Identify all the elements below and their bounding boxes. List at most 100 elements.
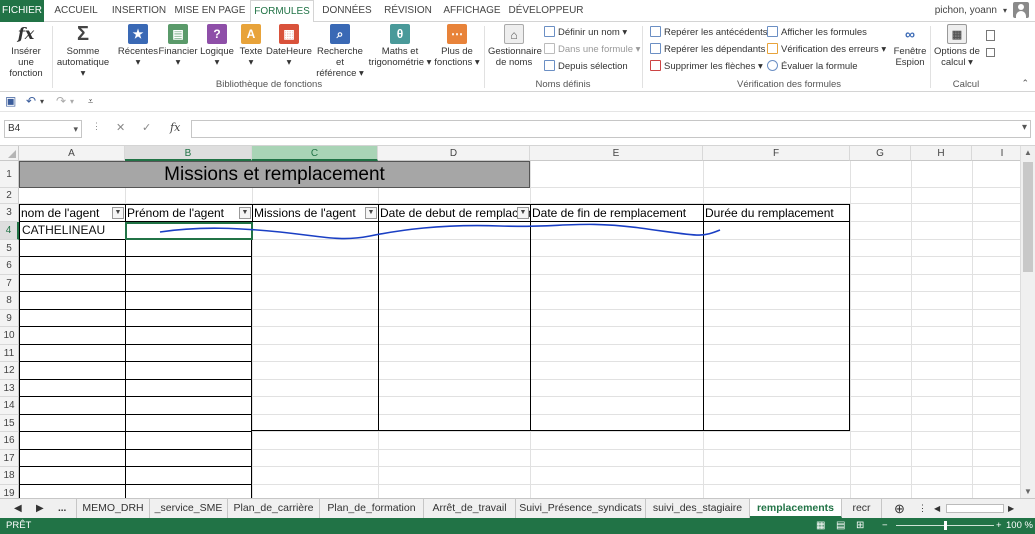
tab-affichage[interactable]: AFFICHAGE — [440, 0, 504, 22]
collapse-ribbon-icon[interactable]: ⌃ — [1021, 78, 1029, 89]
zoom-level[interactable]: 100 % — [1006, 518, 1033, 534]
page-break-view-icon[interactable]: ⊞ — [856, 518, 864, 534]
sheet-tab-arret-travail[interactable]: Arrêt_de_travail — [424, 499, 516, 518]
tab-insertion[interactable]: INSERTION — [108, 0, 170, 22]
show-formulas-button[interactable]: Afficher les formules — [767, 26, 867, 40]
horizontal-scrollbar[interactable] — [946, 504, 1004, 513]
group-label-calc: Calcul — [952, 79, 980, 90]
sheet-tab-recr[interactable]: recr — [842, 499, 882, 518]
tab-donnees[interactable]: DONNÉES — [318, 0, 376, 22]
tab-developpeur[interactable]: DÉVELOPPEUR — [508, 0, 584, 22]
add-sheet-icon[interactable]: ⊕ — [894, 499, 905, 518]
group-label-library: Bibliothèque de fonctions — [215, 79, 323, 90]
datetime-button[interactable]: ▦ DateHeure ▾ — [266, 24, 312, 68]
scroll-down-icon[interactable]: ▼ — [1024, 487, 1032, 496]
trace-precedents-button[interactable]: Repérer les antécédents — [650, 26, 768, 40]
fx-insert-icon[interactable]: fx — [170, 121, 180, 134]
star-icon: ★ — [128, 24, 148, 44]
remove-arrows-button[interactable]: Supprimer les flèches ▾ — [650, 60, 763, 74]
insert-function-button[interactable]: fx Insérer une fonction — [2, 24, 50, 79]
vertical-scrollbar[interactable]: ▲ ▼ — [1020, 146, 1035, 498]
sheet-tab-memo-drh[interactable]: MEMO_DRH — [76, 499, 150, 518]
next-sheet-icon[interactable]: ▶ — [36, 499, 44, 518]
sheet-tab-plan-formation[interactable]: Plan_de_formation — [320, 499, 424, 518]
financial-button[interactable]: ▤ Financier ▾ — [158, 24, 198, 68]
sheet-tab-plan-carriere[interactable]: Plan_de_carrière — [228, 499, 320, 518]
status-bar: PRÊT ▦ ▤ ⊞ − + 100 % — [0, 518, 1035, 534]
zoom-slider-thumb[interactable] — [944, 521, 947, 530]
calculator-icon: ▦ — [947, 24, 967, 44]
hscroll-menu-icon[interactable]: ⋮ — [918, 499, 927, 518]
error-checking-button[interactable]: Vérification des erreurs ▾ — [767, 43, 886, 57]
tab-formules[interactable]: FORMULES — [250, 0, 314, 23]
more-functions-button[interactable]: ⋯ Plus de fonctions ▾ — [432, 24, 482, 68]
calendar-icon: ▦ — [279, 24, 299, 44]
formula-bar-menu-icon: ⋮ — [92, 121, 101, 131]
sheet-tab-suivi-presence[interactable]: Suivi_Présence_syndicats — [516, 499, 646, 518]
logical-button[interactable]: ? Logique ▾ — [198, 24, 236, 68]
tag-icon: ⌂ — [504, 24, 524, 44]
evaluate-formula-button[interactable]: Évaluer la formule — [767, 60, 858, 74]
hscroll-left-icon[interactable]: ◀ — [934, 499, 940, 518]
scroll-thumb[interactable] — [1023, 162, 1033, 272]
formula-input[interactable] — [191, 120, 1031, 138]
calc-now-button[interactable] — [982, 30, 998, 41]
math-trig-button[interactable]: θ Maths et trigonométrie ▾ — [368, 24, 432, 68]
user-caret-icon: ▾ — [1002, 5, 1007, 15]
sheet-tab-bar: ◀ ▶ ... MEMO_DRH _service_SME Plan_de_ca… — [0, 498, 1035, 518]
ribbon-tab-bar: FICHIER ACCUEIL INSERTION MISE EN PAGE F… — [0, 0, 1035, 23]
glasses-icon: ∞ — [905, 26, 915, 42]
undo-dropdown-icon[interactable]: ▾ — [40, 97, 44, 106]
watch-window-button[interactable]: ∞ Fenêtre Espion — [892, 24, 928, 68]
name-manager-button[interactable]: ⌂ Gestionnaire de noms — [488, 24, 542, 68]
question-icon: ? — [207, 24, 227, 44]
calc-sheet-button[interactable] — [982, 48, 998, 57]
fx-icon: fx — [17, 24, 35, 43]
create-from-selection-button[interactable]: Depuis sélection — [544, 60, 628, 74]
customize-qat-icon[interactable]: ⩡ — [88, 96, 93, 107]
normal-view-icon[interactable]: ▦ — [816, 518, 825, 534]
lookup-reference-button[interactable]: ⌕ Recherche et référence ▾ — [312, 24, 368, 79]
cancel-icon[interactable]: ✕ — [116, 121, 125, 134]
prev-sheet-icon[interactable]: ◀ — [14, 499, 22, 518]
user-account[interactable]: pichon, yoann ▾ — [935, 2, 1029, 18]
define-name-button[interactable]: Définir un nom ▾ — [544, 26, 627, 40]
use-in-formula-icon — [544, 43, 555, 54]
recent-functions-button[interactable]: ★ Récentes ▾ — [116, 24, 160, 68]
calc-now-icon — [985, 30, 995, 41]
trace-precedents-icon — [650, 26, 661, 37]
tab-mise-en-page[interactable]: MISE EN PAGE — [174, 0, 246, 22]
tab-accueil[interactable]: ACCUEIL — [48, 0, 104, 22]
save-icon[interactable]: ▣ — [5, 94, 16, 108]
use-in-formula-button[interactable]: Dans une formule ▾ — [544, 43, 640, 57]
undo-icon[interactable]: ↶ — [26, 94, 36, 108]
redo-icon[interactable]: ↷ — [56, 94, 66, 108]
worksheet-grid[interactable]: A B C D E F G H I 1 2 3 4 5 6 7 8 9 10 11 12 13 14 15 1… — [0, 146, 1020, 498]
scroll-up-icon[interactable]: ▲ — [1024, 148, 1032, 157]
ink-annotation — [159, 223, 721, 240]
remove-arrows-icon — [650, 60, 661, 71]
sheet-tab-remplacements[interactable]: remplacements — [750, 499, 842, 518]
ribbon-formules: fx Insérer une fonction Σ Somme automati… — [0, 22, 1035, 92]
redo-dropdown-icon[interactable]: ▾ — [70, 97, 74, 106]
avatar — [1013, 2, 1029, 18]
more-sheets-left[interactable]: ... — [58, 499, 66, 518]
tab-revision[interactable]: RÉVISION — [380, 0, 436, 22]
name-box[interactable]: B4 — [4, 120, 82, 138]
zoom-in-icon[interactable]: + — [996, 518, 1002, 534]
text-functions-button[interactable]: A Texte ▾ — [236, 24, 266, 68]
hscroll-right-icon[interactable]: ▶ — [1008, 499, 1014, 518]
calc-options-button[interactable]: ▦ Options de calcul ▾ — [932, 24, 982, 68]
page-layout-view-icon[interactable]: ▤ — [836, 518, 845, 534]
trace-dependents-button[interactable]: Repérer les dépendants — [650, 43, 765, 57]
sheet-tab-suivi-stagiaire[interactable]: suivi_des_stagiaire — [646, 499, 750, 518]
sigma-icon: Σ — [76, 23, 89, 45]
more-dots-icon: ⋯ — [447, 24, 467, 44]
sheet-tab-service-sme[interactable]: _service_SME — [150, 499, 228, 518]
tab-fichier[interactable]: FICHIER — [0, 0, 44, 22]
autosum-button[interactable]: Σ Somme automatique ▾ — [56, 24, 110, 79]
separator — [930, 26, 931, 88]
enter-icon[interactable]: ✓ — [142, 121, 151, 134]
user-name: pichon, yoann — [934, 4, 997, 16]
zoom-out-icon[interactable]: − — [882, 518, 888, 534]
